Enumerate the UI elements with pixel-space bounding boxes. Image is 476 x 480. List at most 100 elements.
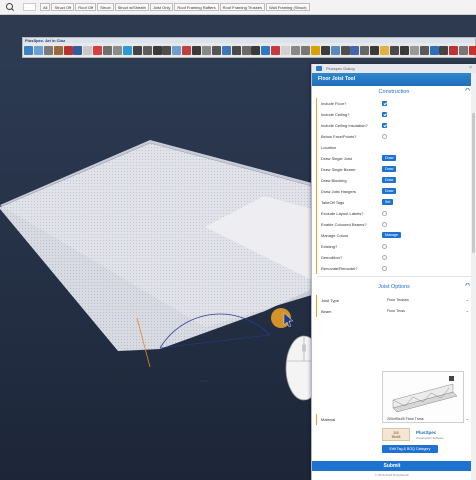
- plugin-tool-icon[interactable]: [152, 45, 162, 55]
- plugin-tool-icon[interactable]: [221, 45, 231, 55]
- plugin-tool-icon[interactable]: [439, 45, 449, 55]
- plugin-tool-icon[interactable]: [24, 45, 33, 55]
- chevron-up-icon[interactable]: ^: [465, 88, 470, 95]
- plugin-tool-icon[interactable]: [73, 45, 83, 55]
- plugin-tool-icon[interactable]: [231, 45, 241, 55]
- plugin-tool-icon[interactable]: [83, 45, 93, 55]
- construction-row-label: Draw Joist Hangers: [321, 189, 356, 194]
- plugin-tool-icon[interactable]: [241, 45, 251, 55]
- row-action-button[interactable]: Draw: [382, 177, 397, 183]
- close-icon[interactable]: ×: [469, 64, 472, 73]
- checkbox-unchecked[interactable]: [382, 255, 387, 260]
- plugin-tool-icon[interactable]: [409, 45, 419, 55]
- plugin-tool-icon[interactable]: [43, 45, 53, 55]
- construction-row: Include Ceiling?: [316, 109, 476, 120]
- dialog-scrollbar[interactable]: [471, 73, 476, 480]
- plugin-tool-icon[interactable]: [360, 45, 370, 55]
- construction-row-label: Manage Colour: [321, 233, 349, 238]
- tag-button-joist-only[interactable]: Joist Only: [149, 3, 174, 11]
- tag-button-roof-rafters[interactable]: Roof Framing Rafters: [174, 3, 219, 11]
- plugin-tool-icon[interactable]: [300, 45, 310, 55]
- plugin-tool-icon[interactable]: [251, 45, 261, 55]
- plugin-tool-icon[interactable]: [310, 45, 320, 55]
- construction-row: Exclude Layout Labels?: [316, 208, 476, 219]
- plugin-tool-icon[interactable]: [350, 45, 360, 55]
- plugin-tool-icon[interactable]: [320, 45, 330, 55]
- scrollbar-thumb[interactable]: [472, 113, 475, 253]
- dimension-label: 4.200: [200, 379, 208, 383]
- tag-search-input[interactable]: ...: [23, 3, 36, 11]
- beam-select[interactable]: Floor Truss ⌄: [387, 308, 472, 314]
- tag-button-struct-sheath[interactable]: Struct w/Sheath: [114, 3, 149, 11]
- plugin-tool-icon[interactable]: [399, 45, 409, 55]
- plugin-tool-icon[interactable]: [459, 45, 469, 55]
- checkbox-unchecked[interactable]: [382, 134, 387, 139]
- plugin-tool-icon[interactable]: [469, 45, 476, 55]
- joist-type-select[interactable]: Floor Trusses ⌄: [387, 297, 472, 303]
- material-select[interactable]: 200x90x45 Floor Truss ⌄: [387, 416, 472, 422]
- plugin-tool-icon[interactable]: [211, 45, 221, 55]
- plugin-tool-icon[interactable]: [202, 45, 212, 55]
- plugin-tool-icon[interactable]: [122, 45, 132, 55]
- row-action-button[interactable]: Draw: [382, 188, 397, 194]
- construction-row: Below Face/Points?: [316, 131, 476, 142]
- plugin-tool-icon[interactable]: [389, 45, 399, 55]
- chevron-up-icon[interactable]: ^: [465, 283, 470, 290]
- plugin-tool-icon[interactable]: [33, 45, 43, 55]
- plugin-tool-icon[interactable]: [281, 45, 291, 55]
- plugin-tool-icon[interactable]: [63, 45, 73, 55]
- tag-button-struct-off[interactable]: Struct Off: [51, 3, 75, 11]
- plugin-tool-icon[interactable]: [113, 45, 123, 55]
- expand-icon[interactable]: [449, 376, 454, 381]
- row-action-button[interactable]: Draw: [382, 166, 397, 172]
- plugin-tool-icon[interactable]: [132, 45, 142, 55]
- app-logo-icon: [316, 66, 322, 71]
- plugin-tool-icon[interactable]: [93, 45, 103, 55]
- plugin-tool-icon[interactable]: [103, 45, 113, 55]
- tag-button-roof-trusses[interactable]: Roof Framing Trusses: [219, 3, 265, 11]
- search-icon[interactable]: [6, 2, 15, 12]
- tag-button-struct[interactable]: Struct: [97, 3, 114, 11]
- plugin-tool-icon[interactable]: [370, 45, 380, 55]
- checkbox-unchecked[interactable]: [382, 266, 387, 271]
- model-viewport[interactable]: 4.200: [0, 59, 312, 480]
- construction-section-header[interactable]: Construction ^: [312, 86, 476, 98]
- checkbox-checked[interactable]: [382, 112, 387, 117]
- plugin-tool-icon[interactable]: [380, 45, 390, 55]
- plugin-tool-icon[interactable]: [162, 45, 172, 55]
- submit-button[interactable]: Submit: [312, 461, 472, 471]
- plugin-tool-icon[interactable]: [340, 45, 350, 55]
- plugin-tool-icon[interactable]: [53, 45, 63, 55]
- plugin-tool-icon[interactable]: [419, 45, 429, 55]
- tag-button-roof-off[interactable]: Roof Off: [75, 3, 97, 11]
- checkbox-unchecked[interactable]: [382, 244, 387, 249]
- plugin-tool-icon[interactable]: [271, 45, 281, 55]
- construction-row-label: Include Ceiling?: [321, 112, 350, 117]
- joist-options-section-header[interactable]: Joist Options ^: [312, 281, 476, 293]
- construction-row: Draw Blocking Draw: [316, 175, 476, 186]
- plugin-tool-icon[interactable]: [261, 45, 271, 55]
- plugin-tool-icon[interactable]: [449, 45, 459, 55]
- checkbox-checked[interactable]: [382, 101, 387, 106]
- plugin-tool-icon[interactable]: [330, 45, 340, 55]
- tag-button-all[interactable]: All: [40, 3, 51, 11]
- checkbox-unchecked[interactable]: [382, 222, 387, 227]
- plugin-tool-icon[interactable]: [429, 45, 439, 55]
- edit-tag-button[interactable]: Edit Tag & BOQ Category: [382, 445, 438, 453]
- construction-row-label: Location: [321, 145, 337, 150]
- checkbox-checked[interactable]: [382, 123, 387, 128]
- construction-row-label: TakeOff Tags: [321, 200, 345, 205]
- plugin-tool-icon[interactable]: [142, 45, 152, 55]
- plusspec-sub: Construction Software: [416, 436, 444, 440]
- checkbox-unchecked[interactable]: [382, 211, 387, 216]
- plugin-tool-icon[interactable]: [192, 45, 202, 55]
- row-action-button[interactable]: Set: [382, 199, 394, 205]
- tag-button-wall-framing[interactable]: Wall Framing (Struct): [265, 3, 310, 11]
- plugin-tool-icon[interactable]: [182, 45, 192, 55]
- row-action-button[interactable]: Draw: [382, 155, 397, 161]
- plugin-tool-icon[interactable]: [291, 45, 301, 55]
- plugin-tool-icon[interactable]: [172, 45, 182, 55]
- construction-title: Construction: [378, 89, 410, 95]
- row-action-button[interactable]: Manage: [382, 232, 401, 238]
- construction-row-label: Draw Single Bearer: [321, 167, 356, 172]
